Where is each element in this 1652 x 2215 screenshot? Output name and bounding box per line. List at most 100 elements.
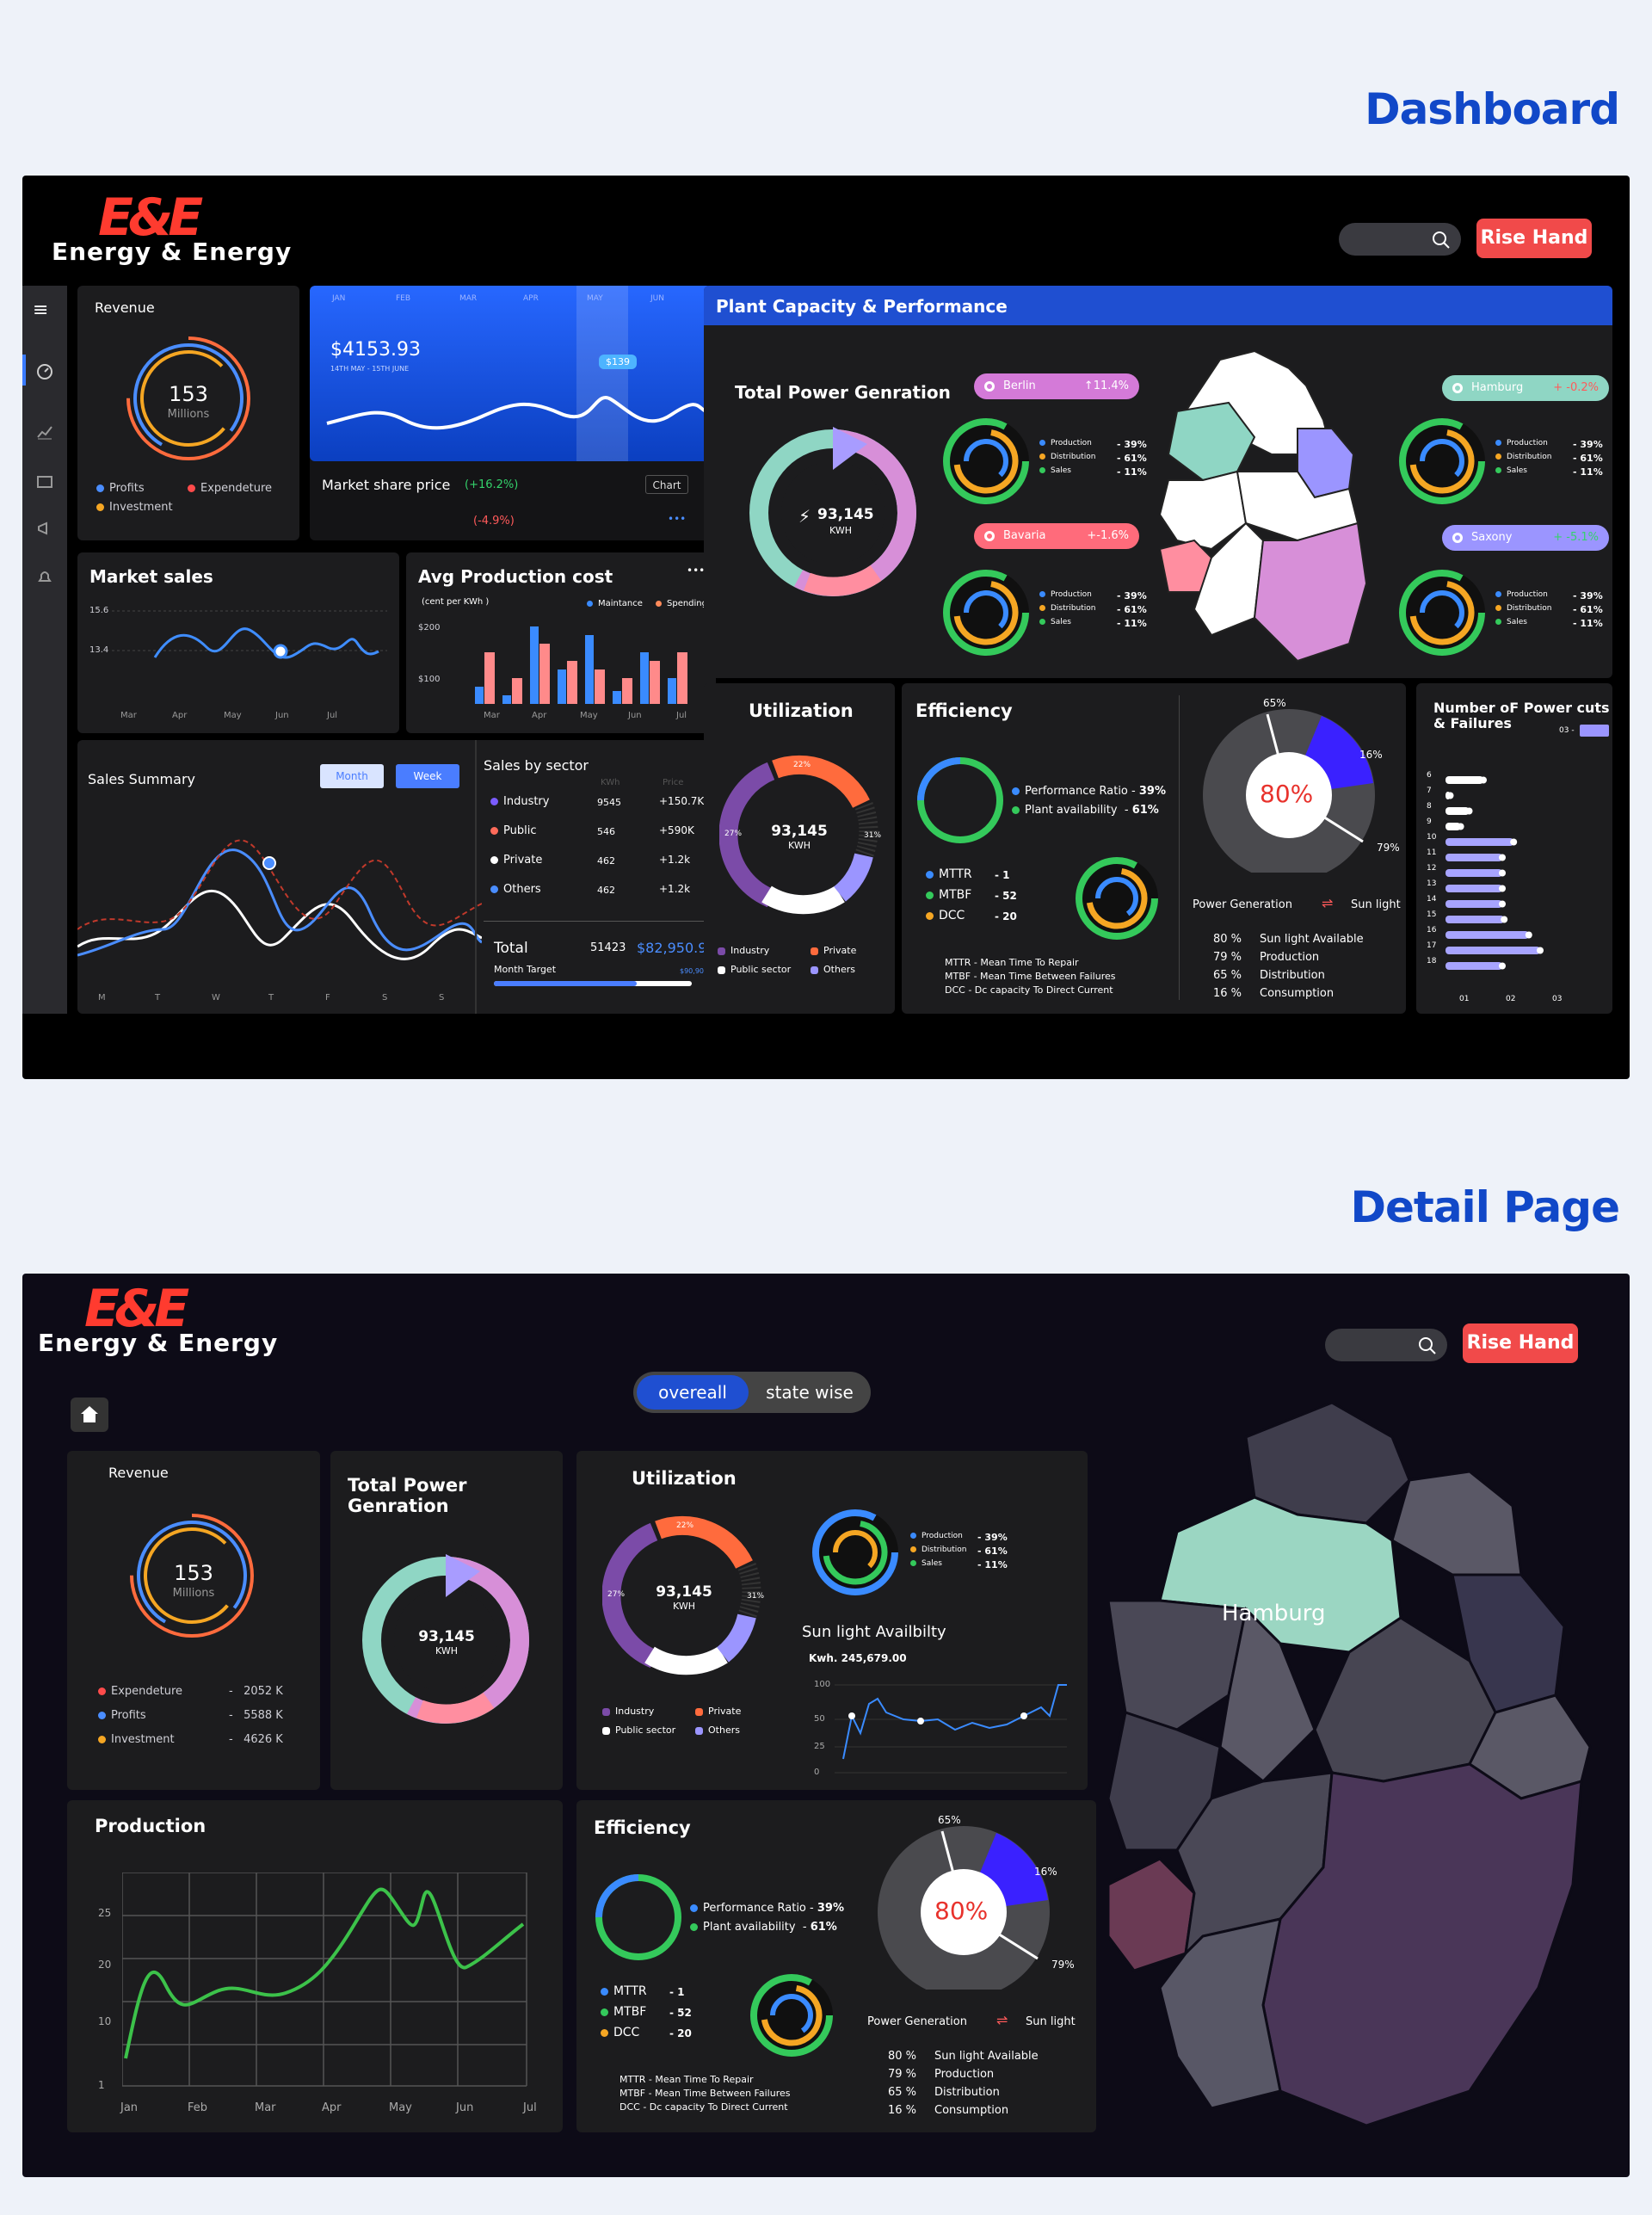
legend-industry: Industry	[718, 945, 769, 956]
chart-icon[interactable]	[36, 423, 53, 441]
utilization-title: Utilization	[749, 700, 854, 721]
gauge-value: 80%	[1260, 780, 1314, 808]
legend-others: Others	[811, 964, 855, 975]
detail-efficiency-title: Efficiency	[594, 1817, 691, 1838]
state-pill-hamburg[interactable]: Hamburg + -0.2%	[1442, 375, 1609, 401]
efficiency-card: Efficiency Performance Ratio - 39% Plant…	[902, 683, 1406, 1014]
x-tick: Jul	[676, 711, 687, 720]
efficiency-divider	[1179, 695, 1180, 1000]
x-tick: F	[325, 993, 330, 1003]
production-chart	[122, 1873, 527, 2087]
sector-kwh: 462	[597, 885, 615, 896]
search-input[interactable]	[1325, 1329, 1447, 1361]
sun-light-label: Sun light	[1026, 2015, 1076, 2028]
legend-spending: Spending	[656, 599, 707, 608]
bar-maintance	[613, 691, 621, 704]
more-options-icon[interactable]: •••	[687, 565, 705, 577]
month-target-slider[interactable]	[494, 981, 692, 986]
y-tick: 11	[1427, 848, 1437, 857]
sun-light-chart	[835, 1684, 1067, 1774]
y-tick: 10	[1427, 833, 1437, 842]
x-tick: Jun	[456, 2101, 474, 2114]
revenue-unit: Millions	[167, 408, 210, 421]
market-share-tooltip: $139	[599, 355, 637, 369]
state-pill-saxony[interactable]: Saxony + -5.1%	[1442, 525, 1609, 551]
sales-sector-divider	[475, 740, 477, 1014]
eff-table-label: Consumption	[1260, 987, 1335, 1000]
dashboard-nav-icon[interactable]	[22, 355, 26, 386]
state-pill-berlin[interactable]: Berlin ↑11.4%	[974, 373, 1139, 399]
bar-spending	[567, 661, 577, 704]
rise-hand-button[interactable]: Rise Hand	[1463, 1323, 1578, 1363]
ytick: $200	[418, 623, 441, 632]
detail-rings	[812, 1509, 898, 1595]
market-share-change-down: (-4.9%)	[473, 515, 515, 528]
home-button[interactable]	[71, 1397, 108, 1432]
toggle-state-wise[interactable]: state wise	[754, 1375, 866, 1410]
month-tick[interactable]: MAY	[587, 294, 603, 303]
revenue-card: Revenue 153 Millions Profits Expendeture…	[77, 286, 299, 540]
tab-month[interactable]: Month	[320, 764, 384, 788]
failure-bar	[1446, 869, 1502, 877]
y-tick: 0	[814, 1768, 820, 1777]
failure-bar	[1446, 916, 1505, 923]
x-tick: 02	[1506, 995, 1516, 1003]
month-tick[interactable]: JUN	[650, 294, 664, 303]
bell-icon[interactable]	[36, 568, 53, 585]
search-input[interactable]	[1339, 223, 1461, 256]
state-rings	[1399, 418, 1485, 504]
market-sales-card: Market sales 15.6 13.4 Mar Apr May Jun Jul	[77, 552, 399, 733]
ring-legend-value: - 11%	[1573, 466, 1603, 478]
failures-filter-select[interactable]	[1580, 725, 1609, 737]
plant-capacity-card: Plant Capacity & Performance Total Power…	[704, 286, 1612, 678]
failures-bars	[1446, 776, 1544, 970]
failure-bar-cap	[1499, 962, 1506, 970]
state-pill-bavaria[interactable]: Bavaria +-1.6%	[974, 523, 1139, 549]
more-options-icon[interactable]: •••	[668, 513, 686, 525]
rise-hand-button[interactable]: Rise Hand	[1476, 219, 1592, 258]
eff-metric: MTBF	[601, 2005, 646, 2019]
bar-spending	[622, 678, 632, 704]
x-tick: W	[212, 993, 220, 1003]
revenue-row: Investment	[98, 1733, 175, 1746]
eff-metric: MTTR	[601, 1984, 647, 1998]
failure-bar	[1446, 885, 1502, 892]
chart-button[interactable]: Chart	[645, 475, 688, 494]
tab-week[interactable]: Week	[396, 764, 459, 788]
bar-maintance	[530, 626, 539, 704]
failure-bar-cap	[1537, 947, 1544, 954]
ring-legend-value: - 61%	[977, 1546, 1008, 1557]
eff-metric-value: - 1	[669, 1986, 685, 1998]
month-tick[interactable]: FEB	[396, 294, 410, 303]
megaphone-icon[interactable]	[36, 520, 53, 537]
y-tick: 17	[1427, 941, 1437, 950]
ring-legend-label: Production	[1495, 590, 1548, 599]
failure-bar	[1446, 807, 1470, 815]
wallet-icon[interactable]	[36, 473, 53, 491]
y-tick: 10	[98, 2015, 112, 2027]
sector-price: +590K	[659, 824, 694, 836]
bar-maintance	[475, 687, 484, 704]
legend-profits: Profits	[96, 482, 145, 495]
month-tick[interactable]: JAN	[332, 294, 345, 303]
failure-bar	[1446, 854, 1502, 861]
bar-maintance	[585, 635, 594, 704]
market-share-line	[326, 396, 707, 430]
month-tick[interactable]: MAR	[459, 294, 477, 303]
x-tick: 01	[1459, 995, 1470, 1003]
bar-spending	[595, 669, 605, 704]
failure-bar	[1446, 900, 1502, 908]
legend-private: Private	[811, 945, 856, 956]
y-tick: 14	[1427, 895, 1437, 904]
menu-icon[interactable]: ≡	[33, 299, 48, 321]
failure-bar-cap	[1457, 823, 1464, 830]
detail-utilization-value: 93,145	[656, 1583, 712, 1601]
dashboard-frame: E&E Energy & Energy Rise Hand ≡ Revenue …	[22, 176, 1630, 1079]
month-tick[interactable]: APR	[523, 294, 539, 303]
legend-industry: Industry	[602, 1706, 654, 1717]
gauge-icon[interactable]	[36, 363, 53, 380]
gauge-79: 79%	[1051, 1959, 1075, 1971]
state-rings	[943, 418, 1029, 504]
x-tick: Mar	[255, 2101, 276, 2114]
toggle-overall[interactable]: overeall	[637, 1375, 749, 1410]
